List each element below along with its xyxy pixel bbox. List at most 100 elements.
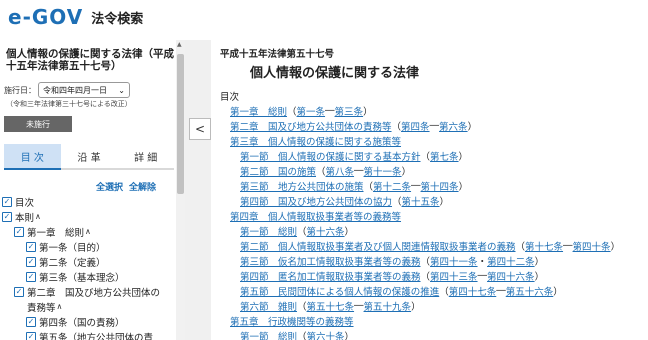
paren: （	[420, 151, 431, 163]
left-scrollbar-thumb[interactable]	[177, 54, 184, 194]
tree-item[interactable]: ✓ 第五条（地方公共団体の責	[2, 329, 176, 340]
unenforced-button[interactable]: 未施行	[4, 116, 72, 132]
toc-link[interactable]: 第四節 国及び地方公共団体の協力	[240, 194, 392, 208]
range-separator: ―	[429, 120, 440, 131]
toc-tree: ✓ 目次 ✓ 本則 ∧ ✓ 第一章 総則 ∧ ✓ 第一条（目的） ✓ 第二条（定義） ✓ 第三条（基本理念…	[2, 194, 176, 340]
paren: ）	[344, 331, 355, 340]
toc-entry: 第三節 地方公共団体の施策（第十二条 ― 第十四条）	[212, 178, 648, 193]
article-link[interactable]: 第十四条	[421, 179, 459, 193]
tree-item-label: 第五条（地方公共団体の責	[39, 332, 154, 340]
article-link[interactable]: 第七条	[430, 149, 459, 163]
article-link[interactable]: 第十七条	[525, 239, 563, 253]
tree-item[interactable]: ✓ 第一条（目的）	[2, 239, 176, 254]
checkbox[interactable]: ✓	[14, 226, 24, 237]
article-link[interactable]: 第四十条	[573, 239, 611, 253]
toc-link[interactable]: 第三節 仮名加工情報取扱事業者等の義務	[240, 254, 421, 268]
article-link[interactable]: 第十一条	[364, 164, 402, 178]
article-link[interactable]: 第五十六条	[506, 284, 554, 298]
checkbox[interactable]: ✓	[26, 331, 36, 340]
checkbox[interactable]: ✓	[26, 241, 36, 252]
egov-logo[interactable]: e-GOV	[8, 5, 83, 29]
toc-link[interactable]: 第一節 総則	[240, 224, 297, 238]
deselect-all-link[interactable]: 全解除	[129, 183, 156, 193]
article-link[interactable]: 第三条	[335, 104, 364, 118]
checkbox[interactable]: ✓	[2, 196, 12, 207]
article-link[interactable]: 第四十一条	[430, 254, 478, 268]
tree-item[interactable]: ✓ 本則 ∧	[2, 209, 176, 224]
left-tabs: 目 次 沿 革 詳 細	[4, 144, 175, 170]
article-link[interactable]: 第四十七条	[449, 284, 497, 298]
paren: （	[391, 121, 402, 133]
collapse-panel-button[interactable]: <	[189, 118, 211, 140]
chevron-down-icon: ⌄	[118, 85, 125, 95]
tree-item-label: 本則	[15, 212, 35, 224]
toc-entry: 第一節 総則（第六十条）	[212, 328, 648, 340]
select-all-link[interactable]: 全選択	[96, 183, 123, 193]
toc-link[interactable]: 第四節 匿名加工情報取扱事業者等の義務	[240, 269, 421, 283]
toc-link[interactable]: 第一節 個人情報の保護に関する基本方針	[240, 149, 421, 163]
article-link[interactable]: 第四条	[401, 119, 430, 133]
toc-link[interactable]: 第六節 雑則	[240, 299, 297, 313]
paren: ）	[344, 226, 355, 238]
toc-link[interactable]: 第二節 国の施策	[240, 164, 316, 178]
checkbox[interactable]: ✓	[2, 211, 12, 222]
article-link[interactable]: 第十五条	[402, 194, 440, 208]
range-separator: ・	[477, 256, 488, 268]
tree-item[interactable]: ✓ 第一章 総則 ∧	[2, 224, 176, 239]
article-link[interactable]: 第四十六条	[487, 269, 535, 283]
paren: （	[316, 166, 326, 178]
tab-history[interactable]: 沿 革	[60, 144, 118, 170]
tree-item[interactable]: ✓ 第四条（国の責務）	[2, 314, 176, 329]
enforcement-date-select[interactable]: 令和四年四月一日 ⌄	[38, 82, 130, 98]
paren: ）	[458, 181, 469, 193]
tree-item[interactable]: ✓ 第三条（基本理念）	[2, 269, 176, 284]
toc-link[interactable]: 第二節 個人情報取扱事業者及び個人関連情報取扱事業者の義務	[240, 239, 516, 253]
chevron-up-icon[interactable]: ∧	[85, 227, 91, 236]
toc-link[interactable]: 第四章 個人情報取扱事業者等の義務等	[230, 209, 401, 223]
checkbox[interactable]: ✓	[26, 316, 36, 327]
article-link[interactable]: 第五十九条	[364, 299, 412, 313]
toc-link[interactable]: 第五節 民間団体による個人情報の保護の推進	[240, 284, 439, 298]
toc-link[interactable]: 第三節 地方公共団体の施策	[240, 179, 364, 193]
article-link[interactable]: 第六条	[439, 119, 468, 133]
paren: （	[420, 256, 431, 268]
tree-item[interactable]: ✓ 第二条（定義）	[2, 254, 176, 269]
article-link[interactable]: 第一条	[297, 104, 326, 118]
toc-link[interactable]: 第三章 個人情報の保護に関する施策等	[230, 134, 401, 148]
paren: （	[297, 331, 307, 340]
paren: ）	[401, 166, 412, 178]
range-separator: ―	[477, 270, 488, 281]
tab-toc[interactable]: 目 次	[4, 144, 61, 170]
article-link[interactable]: 第十六条	[307, 224, 345, 238]
paren: （	[392, 196, 402, 208]
toc-entry: 第一節 個人情報の保護に関する基本方針（第七条）	[212, 148, 648, 163]
toc-link[interactable]: 第一章 総則	[230, 104, 287, 118]
article-link[interactable]: 第六十条	[307, 329, 345, 340]
chevron-up-icon[interactable]: ∧	[35, 212, 41, 221]
tree-item[interactable]: 責務等 ∧	[2, 299, 176, 314]
article-link[interactable]: 第八条	[326, 164, 355, 178]
checkbox[interactable]: ✓	[26, 271, 36, 282]
tree-item[interactable]: ✓ 目次	[2, 194, 176, 209]
checkbox[interactable]: ✓	[14, 286, 24, 297]
chevron-left-icon: <	[194, 122, 206, 136]
paren: （	[515, 241, 526, 253]
article-link[interactable]: 第十二条	[373, 179, 411, 193]
select-links: 全選択 全解除	[96, 180, 162, 193]
toc-entry: 第三章 個人情報の保護に関する施策等	[212, 133, 648, 148]
checkbox[interactable]: ✓	[26, 256, 36, 267]
paren: ）	[553, 286, 563, 298]
toc-link[interactable]: 第五章 行政機関等の義務等	[230, 314, 354, 328]
paren: （	[439, 286, 449, 298]
toc-link[interactable]: 第一節 総則	[240, 329, 297, 340]
toc-entry: 第六節 雑則（第五十七条 ― 第五十九条）	[212, 298, 648, 313]
chevron-up-icon[interactable]: ∧	[57, 302, 63, 311]
article-link[interactable]: 第五十七条	[307, 299, 355, 313]
paren: ）	[467, 121, 478, 133]
article-link[interactable]: 第四十二条	[487, 254, 535, 268]
tab-details[interactable]: 詳 細	[117, 144, 175, 170]
article-link[interactable]: 第四十三条	[430, 269, 478, 283]
scroll-up-icon[interactable]: ▲	[177, 41, 182, 48]
tree-item[interactable]: ✓ 第二章 国及び地方公共団体の	[2, 284, 176, 299]
toc-link[interactable]: 第二章 国及び地方公共団体の責務等	[230, 119, 392, 133]
